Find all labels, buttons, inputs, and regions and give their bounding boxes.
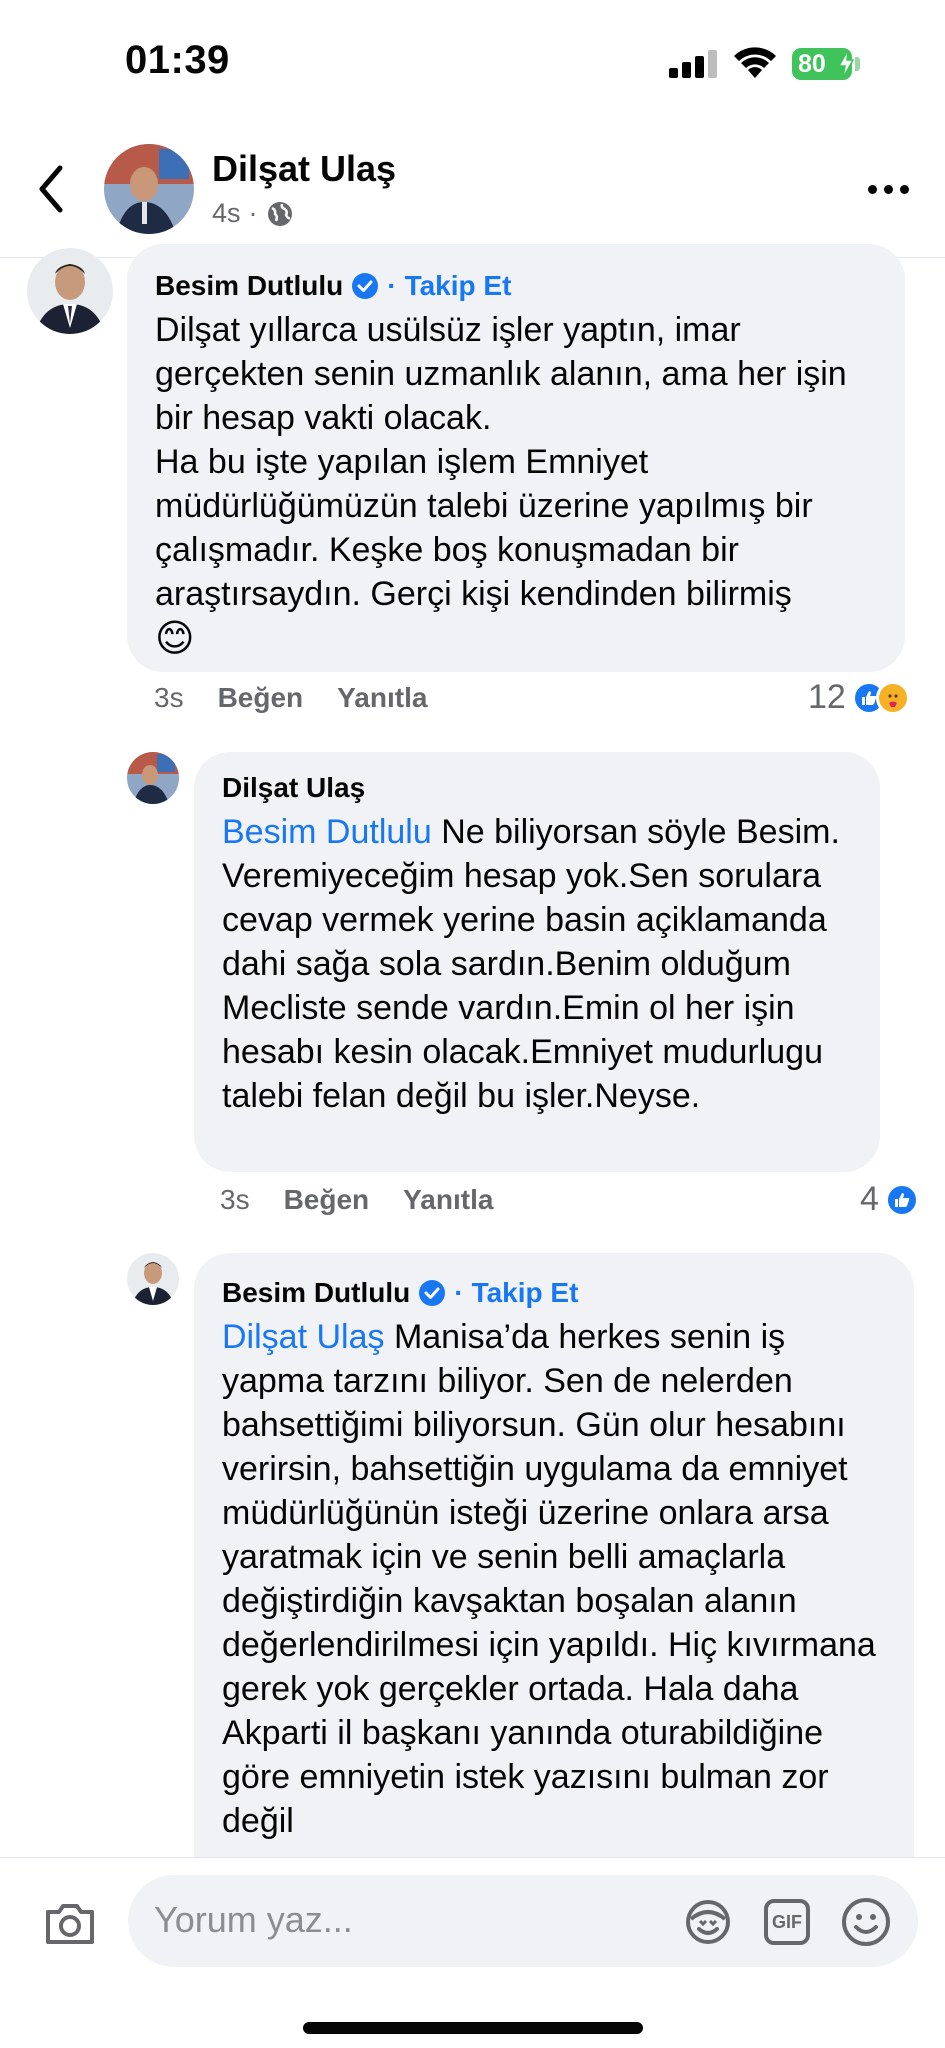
comment-text: Besim Dutlulu Ne biliyorsan söyle Besim.… [222, 810, 852, 1118]
post-time: 4s [212, 198, 241, 228]
comment-bubble[interactable]: Besim Dutlulu · Takip Et Dilşat Ulaş Man… [194, 1253, 914, 1893]
comment-body: Ne biliyorsan söyle Besim. Veremiyeceğim… [222, 813, 840, 1115]
verified-badge-icon [352, 273, 379, 299]
comment-author[interactable]: Dilşat Ulaş [222, 772, 365, 804]
smile-emoji: 😊 [155, 618, 195, 660]
comment-author-row: Dilşat Ulaş [222, 772, 852, 804]
comment-time: 3s [220, 1184, 250, 1215]
globe-icon [267, 201, 292, 226]
avatar-sticker-icon[interactable] [683, 1897, 733, 1947]
comment-input-placeholder: Yorum yaz... [154, 1899, 353, 1940]
comment-text: Dilşat yıllarca usülsüz işler yaptın, im… [155, 311, 847, 613]
comment-text: Dilşat Ulaş Manisa’da herkes senin iş ya… [222, 1315, 886, 1843]
comment-author-row: Besim Dutlulu · Takip Et [155, 270, 877, 302]
emoji-icon[interactable] [840, 1896, 892, 1948]
meta-dot: · [248, 198, 258, 228]
battery-level: 80 [798, 50, 826, 78]
care-reaction-icon [875, 680, 910, 715]
gif-button[interactable]: GIF [764, 1899, 810, 1945]
camera-icon[interactable] [44, 1902, 96, 1946]
like-button[interactable]: Beğen [284, 1184, 370, 1216]
comment-author[interactable]: Besim Dutlulu [155, 270, 343, 302]
like-reaction-icon [884, 1182, 919, 1217]
like-button[interactable]: Beğen [218, 682, 304, 714]
back-arrow-icon[interactable] [36, 164, 66, 214]
commenter-avatar[interactable] [27, 248, 113, 334]
mention-link[interactable]: Besim Dutlulu [222, 813, 432, 851]
comment-actions: 3s Beğen Yanıtla [220, 1184, 493, 1216]
gif-label: GIF [772, 1911, 802, 1932]
wifi-icon [734, 47, 776, 78]
comment-time: 3s [154, 682, 184, 713]
reaction-count: 4 [860, 1180, 879, 1218]
mention-link[interactable]: Dilşat Ulaş [222, 1318, 384, 1356]
battery-tip [855, 57, 860, 71]
cellular-signal-icon [669, 50, 719, 78]
separator-dot: · [454, 1277, 464, 1308]
reply-button[interactable]: Yanıtla [337, 682, 427, 714]
reply-button[interactable]: Yanıtla [403, 1184, 493, 1216]
separator-dot: · [387, 270, 397, 301]
post-author-name[interactable]: Dilşat Ulaş [212, 148, 396, 190]
follow-button[interactable]: Takip Et [472, 1277, 579, 1309]
author-avatar[interactable] [104, 144, 194, 234]
post-meta: 4s · [212, 198, 294, 229]
post-header: Dilşat Ulaş 4s · [0, 128, 945, 258]
comment-author-row: Besim Dutlulu · Takip Et [222, 1277, 886, 1309]
charging-bolt-icon [838, 50, 854, 78]
home-indicator[interactable] [303, 2022, 643, 2034]
commenter-avatar[interactable] [127, 752, 179, 804]
comment-bubble[interactable]: Dilşat Ulaş Besim Dutlulu Ne biliyorsan … [194, 752, 880, 1172]
comment-bubble[interactable]: Besim Dutlulu · Takip Et Dilşat yıllarca… [127, 244, 905, 672]
reaction-count: 12 [808, 678, 846, 716]
more-options-icon[interactable] [868, 185, 909, 194]
comment-actions: 3s Beğen Yanıtla [154, 682, 427, 714]
follow-button[interactable]: Takip Et [405, 270, 512, 302]
comment-body: Manisa’da herkes senin iş yapma tarzını … [222, 1318, 876, 1840]
reaction-summary[interactable]: 4 [860, 1180, 919, 1219]
commenter-avatar[interactable] [127, 1253, 179, 1305]
reaction-summary[interactable]: 12 [808, 678, 910, 717]
verified-badge-icon [419, 1280, 446, 1306]
comment-input[interactable]: Yorum yaz... GIF [128, 1875, 918, 1967]
status-time: 01:39 [125, 38, 230, 82]
comment-composer: Yorum yaz... GIF [0, 1857, 945, 2048]
comment-author[interactable]: Besim Dutlulu [222, 1277, 410, 1309]
